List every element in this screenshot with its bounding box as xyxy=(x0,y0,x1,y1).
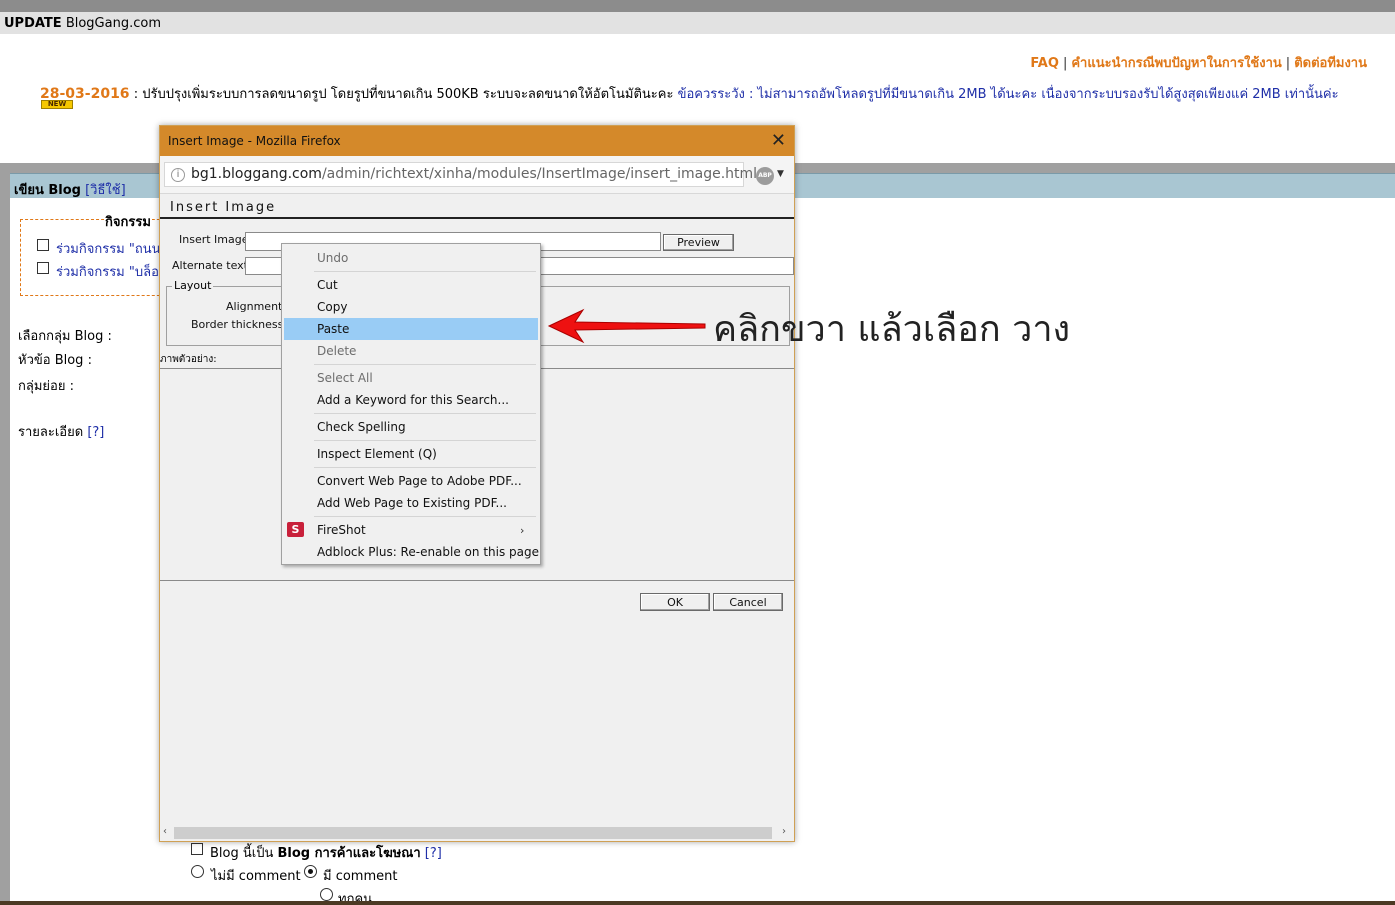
group-label: เลือกกลุ่ม Blog : xyxy=(18,329,112,344)
preview-label: ภาพตัวอย่าง: xyxy=(160,354,217,365)
has-comment-label: มี comment xyxy=(323,869,398,884)
contact-link[interactable]: ติดต่อทีมงาน xyxy=(1294,56,1367,71)
scroll-left-icon[interactable]: ‹ xyxy=(163,826,167,837)
preview-button[interactable]: Preview xyxy=(663,234,734,251)
new-badge: NEW xyxy=(41,100,73,109)
activity-item[interactable]: ร่วมกิจกรรม "ถนน xyxy=(56,238,161,259)
detail-help-link[interactable]: [?] xyxy=(87,425,104,440)
url-path: /admin/richtext/xinha/modules/InsertImag… xyxy=(321,166,758,182)
menu-item-copy[interactable]: Copy xyxy=(284,296,538,318)
update-label: UPDATE xyxy=(4,16,62,31)
everyone-label: ทุกคน xyxy=(338,892,373,901)
alignment-label: Alignment: xyxy=(226,300,287,313)
menu-item-inspect[interactable]: Inspect Element (Q) xyxy=(284,443,538,465)
annotation-text: คลิกขวา แล้วเลือก วาง xyxy=(713,309,1071,350)
activity-checkbox[interactable] xyxy=(37,262,49,274)
horizontal-scrollbar[interactable]: ‹ › xyxy=(160,825,794,841)
info-icon[interactable]: i xyxy=(171,168,185,182)
update-bar: UPDATE BlogGang.com xyxy=(0,12,1395,34)
scrollbar-thumb[interactable] xyxy=(174,827,772,839)
menu-item-check-spelling[interactable]: Check Spelling xyxy=(284,416,538,438)
chevron-right-icon: › xyxy=(520,524,525,537)
commercial-help-link[interactable]: [?] xyxy=(425,846,442,861)
menu-item-select-all[interactable]: Select All xyxy=(284,367,538,389)
fireshot-icon: S xyxy=(287,522,304,537)
link-separator: | xyxy=(1285,56,1291,71)
news-line: 28-03-2016 : ปรับปรุงเพิ่มระบบการลดขนาดร… xyxy=(40,83,1339,104)
top-links: FAQ | คำแนะนำกรณีพบปัญหาในการใช้งาน | ติดต่อ… xyxy=(1030,52,1367,73)
annotation-arrow-icon xyxy=(547,308,706,344)
advice-link[interactable]: คำแนะนำกรณีพบปัญหาในการใช้งาน xyxy=(1071,56,1281,71)
scroll-right-icon[interactable]: › xyxy=(782,826,786,837)
menu-item-add-pdf[interactable]: Add Web Page to Existing PDF... xyxy=(284,492,538,514)
commercial-checkbox[interactable] xyxy=(191,843,203,855)
menu-item-convert-pdf[interactable]: Convert Web Page to Adobe PDF... xyxy=(284,470,538,492)
commercial-label: Blog นี้เป็น Blog การค้าและโฆษณา [?] xyxy=(210,842,442,863)
faq-link[interactable]: FAQ xyxy=(1030,56,1059,71)
title-label: หัวข้อ Blog : xyxy=(18,353,92,368)
menu-item-adblock[interactable]: Adblock Plus: Re-enable on this page xyxy=(284,541,539,563)
news-text: : ปรับปรุงเพิ่มระบบการลดขนาดรูป โดยรูปที… xyxy=(129,87,678,102)
menu-separator xyxy=(314,467,536,468)
annotation-arrow-shape xyxy=(547,308,706,344)
alt-text-label: Alternate text: xyxy=(172,259,252,272)
detail-label: รายละเอียด [?] xyxy=(18,421,104,442)
commercial-bold: Blog การค้าและโฆษณา xyxy=(277,846,421,861)
menu-item-paste[interactable]: Paste xyxy=(284,318,538,340)
commercial-prefix: Blog นี้เป็น xyxy=(210,846,278,861)
context-menu: Undo Cut Copy Paste Delete Select All Ad… xyxy=(281,243,541,565)
write-blog-title: เขียน Blog xyxy=(14,183,81,198)
subgroup-label: กลุ่มย่อย : xyxy=(18,379,74,394)
adblock-icon[interactable]: ABP xyxy=(756,167,774,185)
no-comment-radio[interactable] xyxy=(191,865,204,878)
no-comment-label: ไม่มี comment xyxy=(211,869,301,884)
url-field[interactable]: i bg1.bloggang.com/admin/richtext/xinha/m… xyxy=(164,162,757,187)
news-warning: ข้อควรระวัง : ไม่สามารถอัพโหลดรูปที่มีขน… xyxy=(677,87,1339,102)
menu-item-cut[interactable]: Cut xyxy=(284,274,538,296)
window-title: Insert Image - Mozilla Firefox xyxy=(168,134,341,148)
menu-separator xyxy=(314,364,536,365)
url-host: bg1.bloggang.com xyxy=(191,166,322,182)
close-icon[interactable]: ✕ xyxy=(771,130,786,151)
activity-checkbox[interactable] xyxy=(37,239,49,251)
insert-image-label: Insert Image: xyxy=(179,233,253,246)
heading-divider xyxy=(160,217,794,219)
ok-button[interactable]: OK xyxy=(640,593,710,611)
has-comment-radio[interactable] xyxy=(304,865,317,878)
border-thickness-label: Border thickness: xyxy=(191,318,288,331)
dialog-heading: Insert Image xyxy=(170,200,277,215)
link-separator: | xyxy=(1062,56,1068,71)
activity-legend: กิจกรรม xyxy=(104,211,152,232)
layout-legend: Layout xyxy=(172,279,214,292)
menu-item-undo[interactable]: Undo xyxy=(284,247,538,269)
menu-separator xyxy=(314,440,536,441)
menu-item-add-keyword[interactable]: Add a Keyword for this Search... xyxy=(284,389,538,411)
left-border xyxy=(0,163,10,905)
window-titlebar[interactable]: Insert Image - Mozilla Firefox xyxy=(160,126,794,156)
menu-separator xyxy=(314,271,536,272)
help-link[interactable]: [วิธีใช้] xyxy=(85,183,126,198)
activity-item[interactable]: ร่วมกิจกรรม "บล็อ xyxy=(56,261,159,282)
bottom-band xyxy=(0,901,1395,905)
top-strip xyxy=(0,0,1395,12)
everyone-radio[interactable] xyxy=(320,888,333,901)
menu-item-delete[interactable]: Delete xyxy=(284,340,538,362)
cancel-button[interactable]: Cancel xyxy=(713,593,783,611)
menu-item-fireshot[interactable]: FireShot xyxy=(284,519,538,541)
detail-text: รายละเอียด xyxy=(18,425,84,440)
chevron-down-icon[interactable]: ▼ xyxy=(777,169,784,179)
site-name: BlogGang.com xyxy=(61,16,161,31)
url-bar: i bg1.bloggang.com/admin/richtext/xinha/m… xyxy=(160,156,794,194)
menu-separator xyxy=(314,516,536,517)
menu-separator xyxy=(314,413,536,414)
